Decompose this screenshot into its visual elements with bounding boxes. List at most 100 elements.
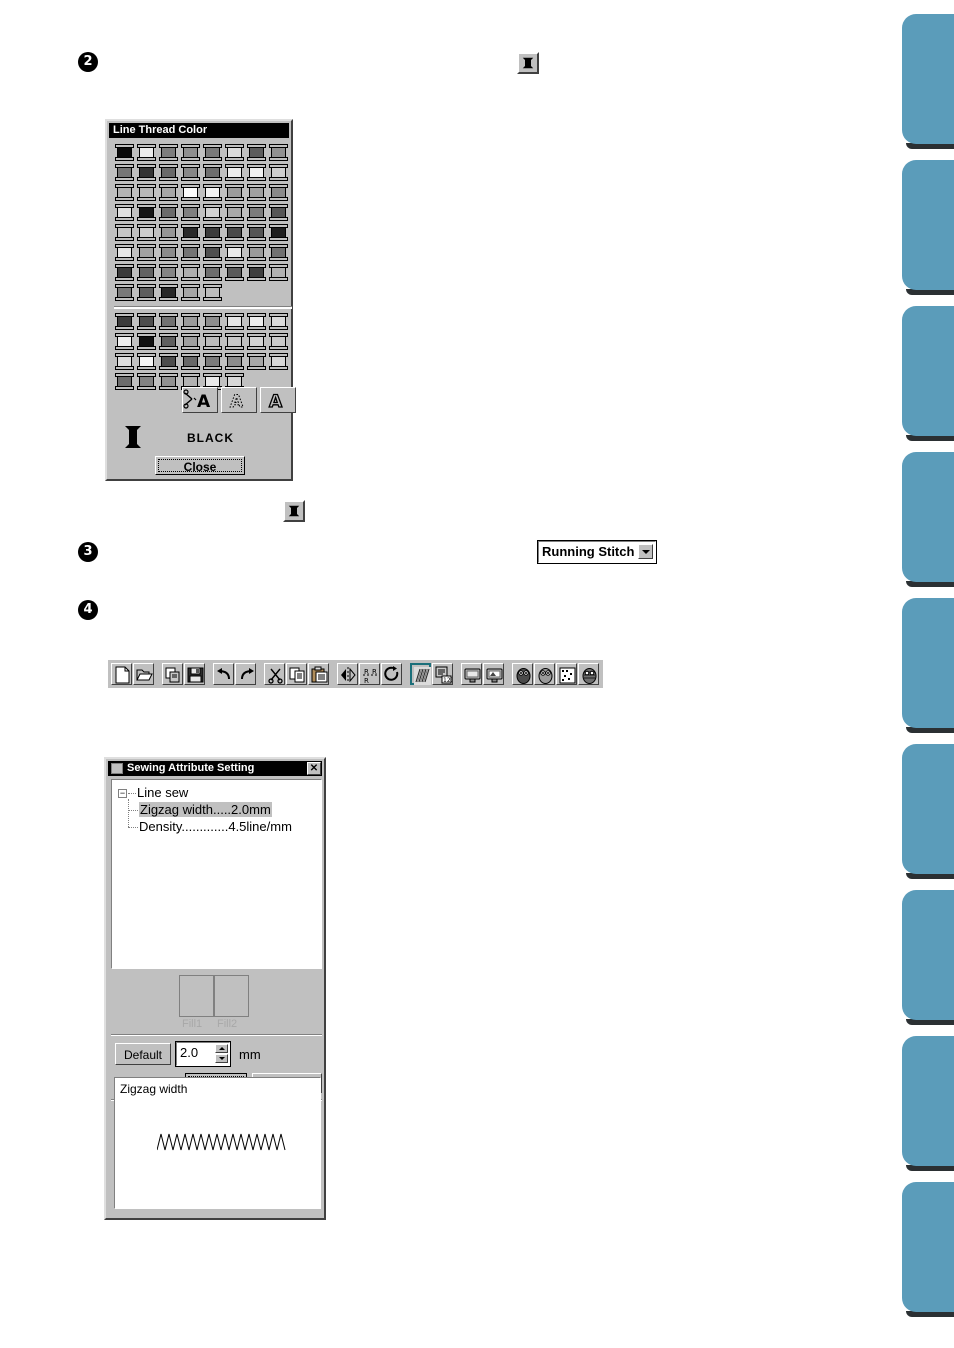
- side-tab-5[interactable]: [902, 598, 954, 733]
- side-tab-3[interactable]: [902, 306, 954, 441]
- thread-color-swatch[interactable]: [158, 243, 179, 262]
- running-stitch-combo[interactable]: Running Stitch: [537, 540, 657, 564]
- thread-color-swatch[interactable]: [224, 263, 245, 282]
- thread-color-swatch[interactable]: [246, 163, 267, 182]
- thread-color-swatch[interactable]: [268, 143, 289, 162]
- side-tab-2[interactable]: [902, 160, 954, 295]
- thread-color-swatch[interactable]: [224, 223, 245, 242]
- default-button[interactable]: Default: [115, 1043, 171, 1065]
- stepper-up-button[interactable]: [215, 1044, 228, 1053]
- thread-color-swatch[interactable]: [202, 143, 223, 162]
- thread-color-swatch[interactable]: [180, 223, 201, 242]
- redo-button[interactable]: [235, 663, 256, 685]
- thread-color-swatch[interactable]: [202, 332, 223, 351]
- thread-color-swatch[interactable]: [268, 332, 289, 351]
- side-tab-9[interactable]: [902, 1182, 954, 1317]
- thread-color-swatch[interactable]: [158, 263, 179, 282]
- tree-collapse-toggle[interactable]: −: [118, 789, 127, 798]
- thread-color-swatch[interactable]: [180, 332, 201, 351]
- thread-color-swatch[interactable]: [246, 352, 267, 371]
- realistic-preview-button[interactable]: [483, 663, 504, 685]
- thread-color-swatch[interactable]: [158, 203, 179, 222]
- thread-color-swatch[interactable]: [180, 243, 201, 262]
- thread-color-swatch[interactable]: [136, 183, 157, 202]
- window-menu-icon[interactable]: [111, 763, 123, 774]
- thread-color-grid-group1[interactable]: [114, 143, 292, 303]
- design-page-button[interactable]: [162, 663, 183, 685]
- tree-item-zigzag-width[interactable]: Zigzag width.....2.0mm: [139, 802, 272, 817]
- thread-color-swatch[interactable]: [136, 332, 157, 351]
- thread-color-swatch[interactable]: [224, 163, 245, 182]
- thread-color-swatch[interactable]: [180, 163, 201, 182]
- thread-color-swatch[interactable]: [114, 163, 135, 182]
- thread-color-swatch[interactable]: [180, 352, 201, 371]
- thread-color-swatch[interactable]: [114, 283, 135, 302]
- thread-color-swatch[interactable]: [158, 223, 179, 242]
- thread-color-swatch[interactable]: [136, 263, 157, 282]
- side-tab-1[interactable]: [902, 14, 954, 149]
- line-thread-color-icon[interactable]: [517, 52, 539, 74]
- thread-color-swatch[interactable]: [202, 312, 223, 331]
- paste-button[interactable]: [308, 663, 329, 685]
- thread-color-swatch[interactable]: [268, 243, 289, 262]
- mirror-vertical-button[interactable]: RRR: [359, 663, 380, 685]
- thread-color-swatch[interactable]: [180, 283, 201, 302]
- rotate-button[interactable]: [381, 663, 402, 685]
- thread-color-swatch[interactable]: [224, 243, 245, 262]
- thread-color-swatch[interactable]: [158, 163, 179, 182]
- zigzag-width-stepper[interactable]: 2.0: [175, 1041, 231, 1067]
- auto-punch-button[interactable]: [512, 663, 533, 685]
- thread-color-swatch[interactable]: [114, 223, 135, 242]
- design-center-button[interactable]: [578, 663, 599, 685]
- thread-color-swatch[interactable]: [224, 183, 245, 202]
- thread-color-swatch[interactable]: [158, 332, 179, 351]
- thread-color-swatch[interactable]: [180, 183, 201, 202]
- thread-color-swatch[interactable]: [202, 263, 223, 282]
- display-image-button[interactable]: [461, 663, 482, 685]
- fill2-preview-box[interactable]: [214, 975, 249, 1017]
- thread-color-swatch[interactable]: [202, 163, 223, 182]
- thread-color-swatch[interactable]: [224, 143, 245, 162]
- thread-color-swatch[interactable]: [268, 263, 289, 282]
- thread-color-swatch[interactable]: [114, 183, 135, 202]
- cut-button[interactable]: [264, 663, 285, 685]
- mirror-horizontal-button[interactable]: [337, 663, 358, 685]
- thread-color-swatch[interactable]: [114, 372, 135, 391]
- thread-color-swatch[interactable]: [246, 183, 267, 202]
- outline-letter-button[interactable]: A: [260, 387, 296, 413]
- thread-color-swatch[interactable]: [180, 143, 201, 162]
- thread-color-swatch[interactable]: [202, 283, 223, 302]
- thread-color-swatch[interactable]: [202, 223, 223, 242]
- cross-stitch-button[interactable]: [556, 663, 577, 685]
- close-icon[interactable]: ✕: [307, 762, 321, 775]
- thread-color-swatch[interactable]: [158, 283, 179, 302]
- thread-dialog-close-button[interactable]: Close: [155, 456, 245, 475]
- attribute-tree-panel[interactable]: − Line sew Zigzag width.....2.0mm Densit…: [111, 779, 322, 969]
- thread-color-swatch[interactable]: [136, 283, 157, 302]
- thread-color-swatch[interactable]: [136, 352, 157, 371]
- thread-color-swatch[interactable]: [268, 163, 289, 182]
- thread-color-swatch[interactable]: [268, 183, 289, 202]
- thread-color-swatch[interactable]: [246, 332, 267, 351]
- thread-color-swatch[interactable]: [202, 243, 223, 262]
- thread-color-swatch[interactable]: [158, 312, 179, 331]
- thread-color-swatch[interactable]: [202, 183, 223, 202]
- thread-color-swatch[interactable]: [136, 163, 157, 182]
- photo-stitch-button[interactable]: [534, 663, 555, 685]
- side-tab-7[interactable]: [902, 890, 954, 1025]
- thread-color-swatch[interactable]: [136, 243, 157, 262]
- thread-color-swatch[interactable]: [202, 352, 223, 371]
- cut-letter-button[interactable]: A: [182, 387, 218, 413]
- thread-color-swatch[interactable]: [114, 203, 135, 222]
- thread-color-swatch[interactable]: [114, 143, 135, 162]
- side-tab-8[interactable]: [902, 1036, 954, 1171]
- thread-color-swatch[interactable]: [136, 143, 157, 162]
- save-file-button[interactable]: [184, 663, 205, 685]
- copy-button[interactable]: [286, 663, 307, 685]
- thread-color-swatch[interactable]: [224, 312, 245, 331]
- thread-color-swatch[interactable]: [136, 203, 157, 222]
- thread-color-swatch[interactable]: [136, 223, 157, 242]
- line-thread-color-icon[interactable]: [283, 500, 305, 522]
- thread-color-swatch[interactable]: [136, 372, 157, 391]
- undo-button[interactable]: [213, 663, 234, 685]
